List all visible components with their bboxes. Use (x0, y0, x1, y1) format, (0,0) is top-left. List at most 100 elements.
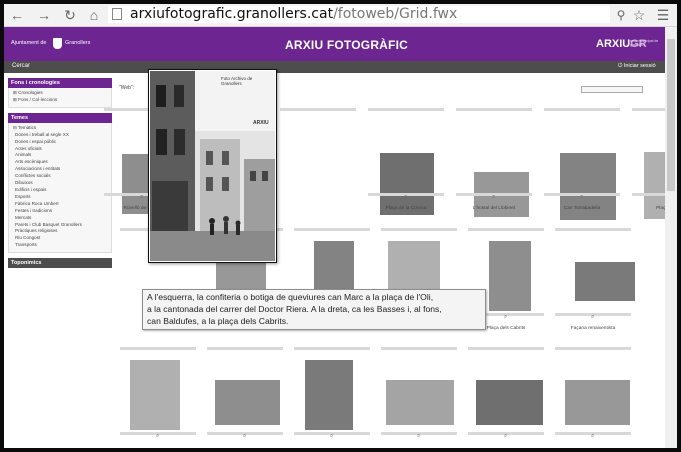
sidebar-item[interactable]: Dibuixos (9, 180, 111, 187)
photo-thumbnail-card[interactable]: ⌕ L'hostal del Llobinet (456, 108, 538, 228)
photo-thumbnail-card[interactable]: ⌕Botiga de Can Balduta (294, 228, 376, 348)
sidebar-item[interactable]: ⊟ Temàtics (9, 125, 111, 132)
photo-thumbnail-card[interactable]: ⌕ Can Torrabadella (544, 108, 626, 228)
sidebar-item-label: Fàbrica Roca Umbert (15, 200, 59, 206)
url-field[interactable]: arxiufotografic.granollers.cat/fotoweb/G… (108, 6, 610, 23)
address-bar: ← → ↻ ⌂ arxiufotografic.granollers.cat/f… (4, 4, 677, 27)
tooltip: A l'esquerra, la confiteria o botiga de … (142, 289, 486, 330)
photo-caption[interactable]: L'hostal del Llobinet (456, 206, 532, 211)
photo-thumbnail[interactable] (476, 380, 543, 425)
sidebar-item[interactable]: Actes oficials (9, 146, 111, 153)
site-title[interactable]: ARXIU FOTOGRÀFIC (285, 38, 408, 52)
photo-thumbnail[interactable] (386, 380, 454, 425)
sidebar-item[interactable]: Mercats (9, 215, 111, 222)
photo-thumbnail-card[interactable]: ⌕ (207, 347, 289, 448)
photo-header-text: ARXIU (253, 120, 269, 126)
card-top-bar (544, 108, 620, 111)
sidebar-item-label: Dibuixos (15, 180, 33, 186)
photo-thumbnail-card[interactable] (280, 108, 362, 228)
magnifier-icon[interactable]: ⌕ (591, 314, 594, 321)
magnifier-icon[interactable]: ⌕ (504, 314, 507, 321)
forward-arrow-icon[interactable]: → (36, 7, 52, 23)
magnifier-icon[interactable]: ⌕ (591, 433, 594, 440)
sidebar-item[interactable]: Esports (9, 194, 111, 201)
sidebar-item[interactable]: ⊞ Fons / Col·leccions (9, 97, 111, 104)
sidebar-item[interactable]: Dones i espai públic (9, 139, 111, 146)
sidebar-item[interactable]: Transports (9, 242, 111, 249)
magnifier-icon[interactable]: ⌕ (580, 194, 583, 201)
sidebar-item[interactable]: Edificis i espais (9, 187, 111, 194)
sidebar-item[interactable]: ⊞ Cronologies (9, 90, 111, 97)
photo-thumbnail-card[interactable]: ⌕ (294, 347, 376, 448)
photo-thumbnail-card[interactable]: ⌕ (381, 347, 463, 448)
sidebar-temes-header[interactable]: Temes (8, 112, 112, 123)
photo-thumbnail-card[interactable]: ⌕ (555, 347, 637, 448)
sidebar-toponimics-header[interactable]: Toponimics (8, 258, 112, 269)
home-icon[interactable]: ⌂ (86, 7, 102, 23)
photo-caption[interactable]: Plaça de la Corona (368, 206, 444, 211)
photo-thumbnail-card[interactable]: ⌕ Plaça de la Corona (368, 108, 450, 228)
sidebar-item[interactable]: Pràctiques religioses (9, 228, 111, 235)
bookmark-star-icon[interactable]: ☆ (631, 7, 647, 23)
scrollbar-thumb[interactable] (667, 39, 675, 191)
magnifier-icon[interactable]: ⌕ (140, 194, 143, 201)
sidebar-item-label: Riu Congost (15, 235, 41, 241)
ajuntament-label: Ajuntament de (11, 40, 47, 46)
sidebar-fons-header[interactable]: Fons i cronologies (8, 78, 112, 88)
url-text: arxiufotografic.granollers.cat/fotoweb/G… (130, 6, 457, 23)
card-top-bar (456, 108, 532, 111)
sidebar-item-label: Dones i espai públic (15, 138, 57, 144)
photo-thumbnail[interactable] (215, 380, 280, 425)
browser-window: ← → ↻ ⌂ arxiufotografic.granollers.cat/f… (4, 4, 677, 448)
reload-icon[interactable]: ↻ (62, 7, 78, 23)
sidebar-item[interactable]: Dones i treball al segle XX (9, 132, 111, 139)
sidebar-item[interactable]: Animals (9, 152, 111, 159)
sidebar-item[interactable]: Festes i tradicions (9, 208, 111, 215)
sidebar-item-label: Conflictes socials (15, 173, 51, 179)
photo-caption[interactable]: Can Torrabadella (544, 206, 620, 211)
magnifier-icon[interactable]: ⌕ (404, 194, 407, 201)
sidebar-fons-list: ⊞ Cronologies ⊞ Fons / Col·leccions (8, 88, 112, 108)
photo-thumbnail[interactable] (130, 360, 180, 430)
sidebar-item[interactable]: Associacions i entitats (9, 166, 111, 173)
url-host: arxiufotografic.granollers.cat (130, 6, 334, 22)
photo-thumbnail-card[interactable]: ⌕ (468, 347, 550, 448)
magnifier-icon[interactable]: ⌕ (417, 433, 420, 440)
zoom-icon[interactable]: ⚲ (613, 7, 629, 23)
photo-thumbnail[interactable] (489, 241, 531, 311)
photo-thumbnail-card[interactable]: ⌕ Plaça dels Cabrits (468, 228, 550, 348)
login-link[interactable]: ⏻ Iniciar sessió (618, 63, 656, 70)
sidebar-item[interactable]: Riu Congost (9, 235, 111, 242)
photo-thumbnail[interactable] (575, 262, 635, 301)
back-arrow-icon[interactable]: ← (9, 7, 25, 23)
photo-thumbnail-card[interactable]: ⌕ Façana renaixentista (555, 228, 637, 348)
sidebar-item[interactable]: Arts escèniques (9, 159, 111, 166)
photo-caption[interactable]: Façana renaixentista (555, 326, 631, 331)
logo-subtitle: arxiu municipal de granollers (630, 39, 659, 47)
sidebar-item[interactable]: Conflictes socials (9, 173, 111, 180)
magnifier-icon[interactable]: ⌕ (492, 194, 495, 201)
photo-thumbnail-card[interactable]: ⌕Casa de can Balduta (381, 228, 463, 348)
card-top-bar (280, 108, 356, 111)
sidebar-item[interactable]: Parets i Club Basquet Granollers (9, 222, 111, 229)
photo-thumbnail[interactable] (565, 380, 630, 425)
sidebar-item[interactable]: Fàbrica Roca Umbert (9, 201, 111, 208)
logo-text-a: ARXIU (596, 38, 631, 50)
photo-stamp: Foto Archivo de Granollers (221, 76, 253, 86)
magnifier-icon[interactable]: ⌕ (243, 433, 246, 440)
photo-thumbnail-card[interactable]: ⌕ (120, 347, 202, 448)
magnifier-icon[interactable]: ⌕ (504, 433, 507, 440)
sidebar-item-label: Temàtics (18, 124, 37, 130)
magnifier-icon[interactable]: ⌕ (156, 433, 159, 440)
magnifier-icon[interactable]: ⌕ (330, 433, 333, 440)
menu-icon[interactable]: ☰ (655, 7, 671, 23)
sidebar-item-label: Animals (15, 152, 32, 158)
vertical-scrollbar[interactable] (665, 27, 677, 448)
photo-thumbnail[interactable] (305, 360, 353, 430)
sidebar-item-label: Associacions i entitats (15, 166, 61, 172)
zoom-preview: Foto Archivo de Granollers ARXIU (148, 69, 277, 263)
card-top-bar (294, 228, 370, 231)
card-top-bar (555, 228, 631, 231)
pager-control[interactable] (581, 86, 643, 93)
search-link[interactable]: Cercar (12, 63, 30, 69)
